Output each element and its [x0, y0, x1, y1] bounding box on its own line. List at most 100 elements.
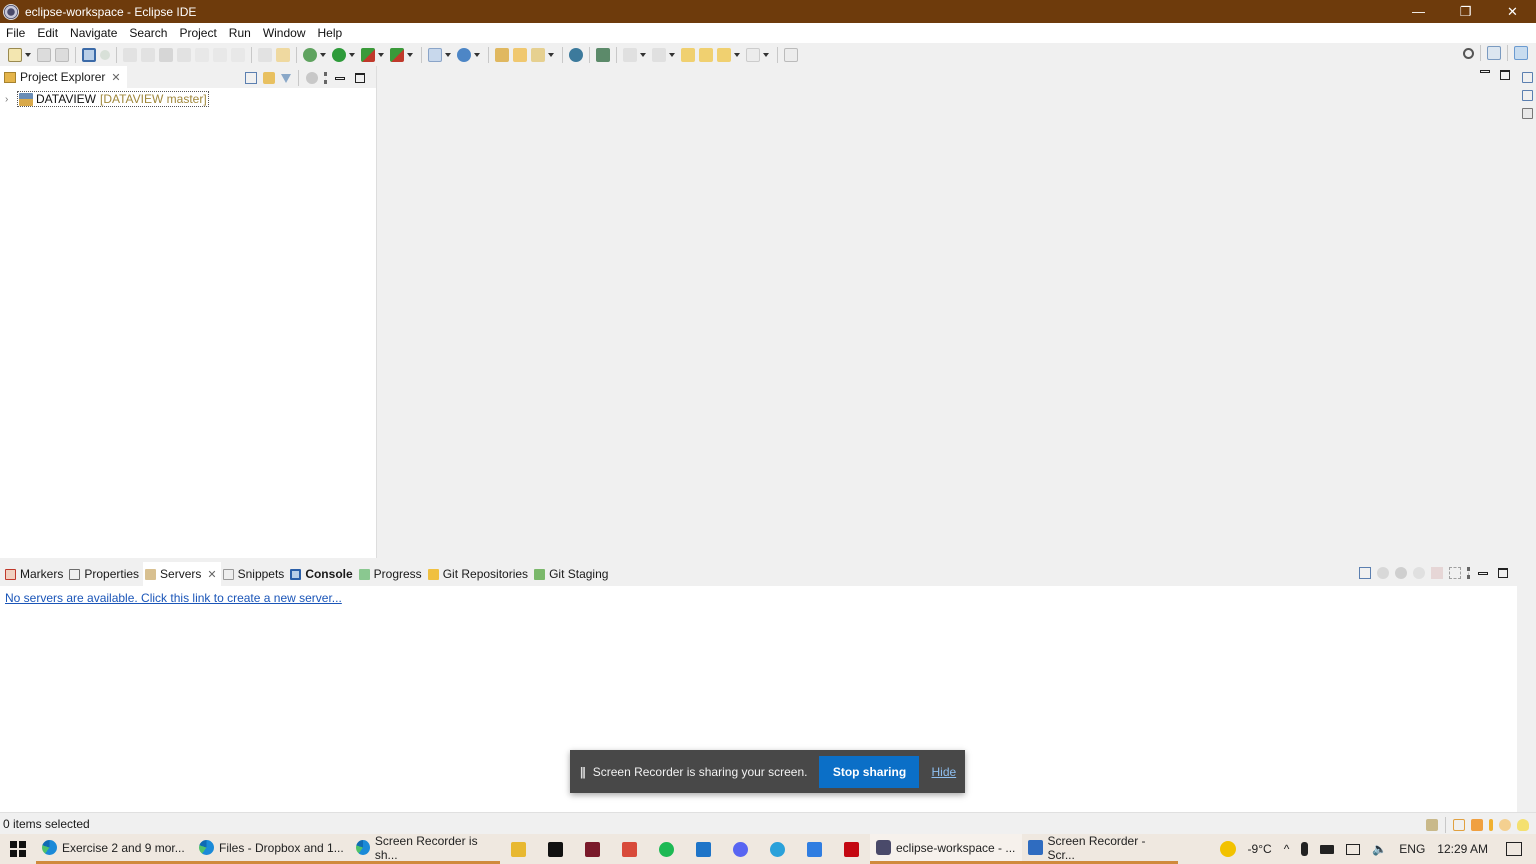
web-browser-icon[interactable]: [569, 47, 583, 62]
weather-temperature[interactable]: -9°C: [1248, 842, 1272, 856]
forward-history-icon[interactable]: [699, 47, 713, 62]
pinned-spotify[interactable]: [648, 834, 685, 864]
step-over-icon[interactable]: [213, 47, 227, 62]
tab-git-repositories[interactable]: Git Repositories: [426, 562, 532, 586]
forward-dropdown[interactable]: [763, 52, 769, 57]
drop-to-frame-icon[interactable]: [258, 47, 272, 62]
menu-navigate[interactable]: Navigate: [70, 26, 117, 40]
pinned-cursor[interactable]: [537, 834, 574, 864]
taskbar-item-eclipse[interactable]: eclipse-workspace - ...: [870, 834, 1022, 864]
step-return-icon[interactable]: [231, 47, 245, 62]
run-coverage-icon[interactable]: [361, 47, 375, 62]
new-java-class-icon[interactable]: [457, 47, 471, 62]
open-type-icon[interactable]: [495, 47, 509, 62]
start-server-debug-icon[interactable]: [1377, 567, 1389, 579]
new-dropdown[interactable]: [25, 52, 31, 57]
menu-file[interactable]: File: [6, 26, 25, 40]
tab-progress[interactable]: Progress: [357, 562, 426, 586]
stop-server-icon[interactable]: [1431, 567, 1443, 579]
clock[interactable]: 12:29 AM: [1437, 842, 1488, 856]
taskbar-item-browser-1[interactable]: Exercise 2 and 9 mor...: [36, 834, 193, 864]
pinned-gmail[interactable]: [611, 834, 648, 864]
pencil-icon[interactable]: [1489, 819, 1493, 831]
publish-icon[interactable]: [1449, 567, 1461, 579]
git-sync-icon[interactable]: [1426, 819, 1438, 831]
collapse-all-icon[interactable]: [245, 72, 257, 84]
taskbar-item-browser-3[interactable]: Screen Recorder is sh...: [350, 834, 500, 864]
restore-button[interactable]: ❐: [1442, 0, 1489, 23]
close-button[interactable]: ✕: [1489, 0, 1536, 23]
tab-properties[interactable]: Properties: [67, 562, 143, 586]
next-annotation-dropdown[interactable]: [640, 52, 646, 57]
close-icon[interactable]: ✕: [207, 568, 216, 581]
run-icon[interactable]: [332, 47, 346, 62]
menu-search[interactable]: Search: [129, 26, 167, 40]
create-server-link[interactable]: No servers are available. Click this lin…: [5, 591, 342, 605]
network-icon[interactable]: [1346, 843, 1361, 855]
search-icon[interactable]: [1463, 47, 1474, 59]
search-tool-icon[interactable]: [531, 47, 545, 62]
debug-dropdown[interactable]: [320, 52, 326, 57]
collapse-all-icon[interactable]: [1359, 567, 1371, 579]
new-class-dropdown[interactable]: [474, 52, 480, 57]
menu-edit[interactable]: Edit: [37, 26, 58, 40]
minimize-view-button[interactable]: [1478, 571, 1488, 575]
show-hidden-icons-chevron-icon[interactable]: ^: [1284, 842, 1290, 856]
pinned-vscode[interactable]: [685, 834, 722, 864]
book-icon[interactable]: [1453, 819, 1465, 831]
tab-git-staging[interactable]: Git Staging: [532, 562, 612, 586]
maximize-view-button[interactable]: [1498, 568, 1508, 578]
new-project-dropdown[interactable]: [445, 52, 451, 57]
step-into-icon[interactable]: [195, 47, 209, 62]
pinned-todo[interactable]: [796, 834, 833, 864]
search-dropdown[interactable]: [548, 52, 554, 57]
taskbar-item-browser-2[interactable]: Files - Dropbox and 1...: [193, 834, 350, 864]
tab-servers[interactable]: Servers ✕: [143, 562, 221, 586]
microphone-icon[interactable]: [1301, 842, 1309, 856]
disconnect-icon[interactable]: [177, 47, 191, 62]
previous-annotation-icon[interactable]: [652, 47, 666, 62]
pinned-discord[interactable]: [722, 834, 759, 864]
minimize-button[interactable]: —: [1395, 0, 1442, 23]
link-with-editor-icon[interactable]: [263, 72, 275, 84]
tutorial-icon[interactable]: [1471, 819, 1483, 831]
java-ee-perspective-icon[interactable]: [1514, 46, 1528, 60]
use-step-filters-icon[interactable]: [276, 47, 290, 62]
focus-on-task-icon[interactable]: [306, 72, 318, 84]
save-all-icon[interactable]: [55, 47, 69, 62]
hide-banner-link[interactable]: Hide: [931, 765, 956, 779]
drag-handle-icon[interactable]: ||: [580, 765, 586, 779]
stop-sharing-button[interactable]: Stop sharing: [819, 755, 920, 788]
notifications-icon[interactable]: [1506, 842, 1522, 856]
battery-icon[interactable]: [1320, 844, 1335, 854]
menu-run[interactable]: Run: [229, 26, 251, 40]
external-tools-dropdown[interactable]: [407, 52, 413, 57]
pinned-netflix[interactable]: [833, 834, 870, 864]
expand-chevron-icon[interactable]: ›: [5, 94, 17, 105]
weather-moon-icon[interactable]: [1219, 841, 1236, 857]
task-list-icon[interactable]: [1521, 108, 1533, 119]
new-icon[interactable]: [8, 47, 22, 62]
debug-icon[interactable]: [303, 47, 317, 62]
resume-icon[interactable]: [123, 47, 137, 62]
outline-icon[interactable]: [1521, 90, 1533, 101]
external-tools-icon[interactable]: [390, 47, 404, 62]
terminate-icon[interactable]: [159, 47, 173, 62]
pin-editor-icon[interactable]: [784, 47, 798, 62]
tab-console[interactable]: Console: [288, 562, 356, 586]
start-button[interactable]: [0, 834, 36, 864]
filter-icon[interactable]: [281, 73, 291, 83]
minimize-view-button[interactable]: [335, 76, 345, 80]
language-indicator[interactable]: ENG: [1399, 842, 1425, 856]
pinned-file-explorer[interactable]: [500, 834, 537, 864]
terminal-icon[interactable]: [82, 47, 96, 62]
maximize-editor-button[interactable]: [1500, 70, 1510, 80]
previous-annotation-dropdown[interactable]: [669, 52, 675, 57]
close-icon[interactable]: ✕: [111, 71, 120, 84]
menu-project[interactable]: Project: [179, 26, 216, 40]
lightbulb-icon[interactable]: [1517, 819, 1529, 831]
minimize-editor-button[interactable]: [1480, 70, 1490, 73]
view-menu-icon[interactable]: [1467, 567, 1470, 579]
start-server-icon[interactable]: [1395, 567, 1407, 579]
volume-icon[interactable]: 🔈: [1372, 842, 1387, 856]
